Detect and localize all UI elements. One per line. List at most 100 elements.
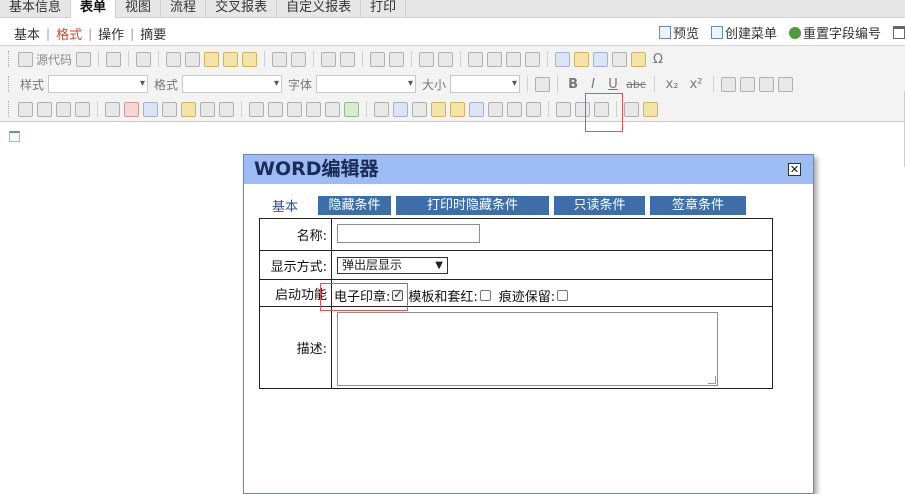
checkbox-field-icon[interactable] (18, 101, 33, 117)
tab-custom-report[interactable]: 自定义报表 (277, 0, 362, 17)
eraser-icon[interactable] (389, 51, 405, 67)
size-select[interactable] (450, 75, 521, 93)
subtab-operation[interactable]: 操作 (92, 24, 130, 43)
delete-button[interactable] (893, 26, 905, 39)
bullet-list-icon[interactable] (438, 51, 454, 67)
name-input[interactable] (337, 224, 480, 243)
select-all-icon[interactable] (370, 51, 386, 67)
italic-button[interactable]: I (585, 77, 601, 92)
select-field-icon[interactable] (105, 101, 120, 117)
smiley-icon[interactable] (631, 51, 647, 67)
trace-checkbox[interactable] (557, 290, 569, 301)
description-textarea[interactable] (337, 312, 718, 386)
signature-field-icon[interactable] (507, 101, 522, 117)
create-menu-button[interactable]: 创建菜单 (710, 23, 777, 42)
align-left-icon[interactable] (721, 76, 737, 92)
align-center-icon[interactable] (740, 76, 756, 92)
map-field-icon[interactable] (431, 101, 446, 117)
button-field-icon[interactable] (219, 101, 234, 117)
dialog-title[interactable]: WORD编辑器 (244, 155, 813, 184)
template-checkbox[interactable] (479, 290, 491, 301)
find-text-icon[interactable] (321, 51, 337, 67)
close-icon[interactable]: ✕ (788, 163, 801, 176)
date-field-icon[interactable] (124, 101, 139, 117)
format-select[interactable] (182, 75, 283, 93)
underline-button[interactable]: U (605, 77, 621, 92)
subscript-button[interactable]: x₂ (662, 77, 682, 92)
div-icon[interactable] (525, 51, 541, 67)
preview-button[interactable]: 预览 (658, 23, 699, 42)
image-icon[interactable] (555, 51, 571, 67)
department-field-icon[interactable] (162, 101, 177, 117)
flash-icon[interactable] (574, 51, 590, 67)
radio-field-icon[interactable] (37, 101, 52, 117)
tab-print-hide-condition[interactable]: 打印时隐藏条件 (396, 195, 549, 215)
view-field-icon[interactable] (306, 101, 321, 117)
quote-icon[interactable] (506, 51, 522, 67)
table-icon[interactable] (593, 51, 609, 67)
reset-field-button[interactable]: 重置字段编号 (788, 23, 881, 42)
style-select[interactable] (48, 75, 149, 93)
divider (158, 51, 160, 67)
link-icon[interactable] (556, 101, 571, 117)
tab-flow[interactable]: 流程 (161, 0, 207, 17)
photo-field-icon[interactable] (393, 101, 408, 117)
undo-icon[interactable] (272, 51, 288, 67)
tab-readonly-condition[interactable]: 只读条件 (554, 195, 645, 215)
include-icon[interactable] (268, 101, 283, 117)
tab-field-icon[interactable] (287, 101, 302, 117)
pen-field-icon[interactable] (374, 101, 389, 117)
gridview-field-icon[interactable] (344, 101, 359, 117)
align-justify-icon[interactable] (778, 76, 794, 92)
template-icon[interactable] (136, 51, 152, 67)
special-char-icon[interactable]: Ω (650, 52, 666, 67)
redo-icon[interactable] (291, 51, 307, 67)
tab-cross-report[interactable]: 交叉报表 (206, 0, 278, 17)
replace-icon[interactable] (340, 51, 356, 67)
word-editor-icon[interactable] (469, 101, 484, 117)
picture-field-icon[interactable] (450, 101, 465, 117)
textfield-icon[interactable] (56, 101, 71, 117)
cut-icon[interactable] (166, 51, 182, 67)
strikethrough-button[interactable]: abc (625, 78, 647, 91)
resize-handle-icon[interactable] (708, 376, 716, 384)
paste-text-icon[interactable] (223, 51, 239, 67)
superscript-button[interactable]: x² (686, 77, 706, 92)
source-button[interactable]: 源代码 (18, 51, 72, 68)
chart-field-icon[interactable] (325, 101, 340, 117)
line-field-icon[interactable] (249, 101, 264, 117)
subtab-basic[interactable]: 基本 (14, 24, 46, 43)
tab-seal-condition[interactable]: 签章条件 (650, 195, 746, 215)
tab-view[interactable]: 视图 (116, 0, 162, 17)
outdent-icon[interactable] (468, 51, 484, 67)
paste-word-icon[interactable] (242, 51, 258, 67)
paste-icon[interactable] (204, 51, 220, 67)
bold-button[interactable]: B (565, 77, 581, 92)
tab-form[interactable]: 表单 (71, 0, 117, 18)
subtab-format[interactable]: 格式 (50, 24, 88, 43)
align-right-icon[interactable] (759, 76, 775, 92)
find-icon[interactable] (106, 51, 122, 67)
tree-field-icon[interactable] (200, 101, 215, 117)
horizontal-rule-icon[interactable] (612, 51, 628, 67)
display-select[interactable]: 弹出层显示 ▼ (337, 257, 448, 274)
copy-icon[interactable] (185, 51, 201, 67)
excel-field-icon[interactable] (488, 101, 503, 117)
textarea-field-icon[interactable] (75, 101, 90, 117)
tab-print[interactable]: 打印 (361, 0, 407, 17)
background-color-icon[interactable] (643, 101, 658, 117)
attachment-field-icon[interactable] (181, 101, 196, 117)
font-select[interactable] (316, 75, 417, 93)
indent-icon[interactable] (487, 51, 503, 67)
seal-field-icon[interactable] (526, 101, 541, 117)
text-color-icon[interactable] (624, 101, 639, 117)
maximize-icon[interactable] (535, 76, 551, 92)
new-page-icon[interactable] (76, 51, 92, 67)
numbered-list-icon[interactable] (419, 51, 435, 67)
camera-field-icon[interactable] (412, 101, 427, 117)
tab-hide-condition[interactable]: 隐藏条件 (318, 195, 391, 215)
tab-basic[interactable]: 基本 (258, 196, 312, 215)
subtab-summary[interactable]: 摘要 (134, 24, 172, 43)
tab-basic-info[interactable]: 基本信息 (0, 0, 72, 17)
user-field-icon[interactable] (143, 101, 158, 117)
